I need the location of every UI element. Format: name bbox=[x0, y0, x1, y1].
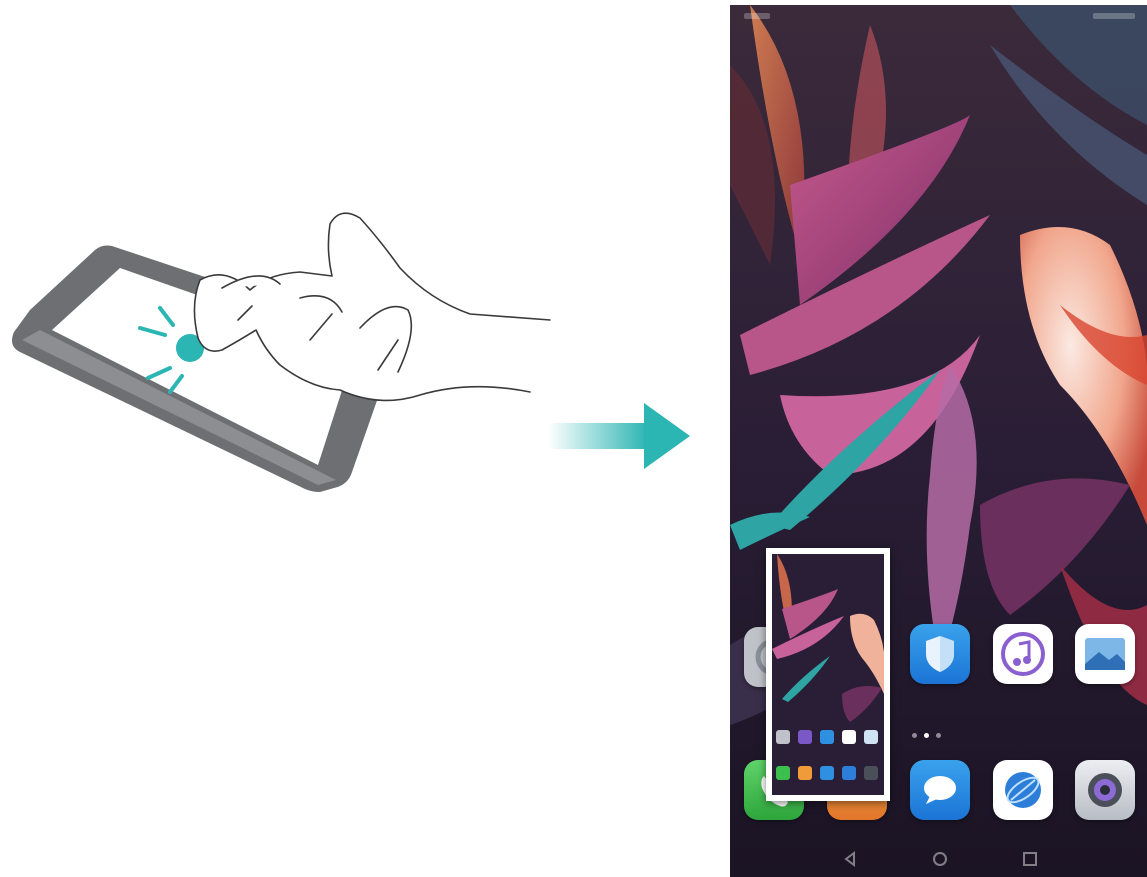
camera-icon[interactable] bbox=[1075, 760, 1135, 820]
battery-icon bbox=[1093, 13, 1135, 19]
back-icon[interactable] bbox=[844, 851, 855, 867]
carrier-signal-icon bbox=[744, 13, 770, 19]
arrow-right-icon bbox=[548, 403, 690, 469]
screenshot-thumbnail[interactable] bbox=[766, 548, 890, 801]
navigation-bar bbox=[730, 829, 1147, 877]
phone-screen bbox=[730, 5, 1147, 877]
recents-icon[interactable] bbox=[1023, 852, 1037, 866]
gallery-icon[interactable] bbox=[1075, 624, 1135, 684]
browser-icon[interactable] bbox=[993, 760, 1053, 820]
home-icon[interactable] bbox=[933, 852, 947, 866]
knuckle-tap-illustration bbox=[12, 212, 551, 492]
messages-icon[interactable] bbox=[910, 760, 970, 820]
status-bar bbox=[730, 5, 1147, 29]
music-icon[interactable] bbox=[993, 624, 1053, 684]
phone-manager-icon[interactable] bbox=[910, 624, 970, 684]
page-indicator bbox=[912, 733, 972, 741]
